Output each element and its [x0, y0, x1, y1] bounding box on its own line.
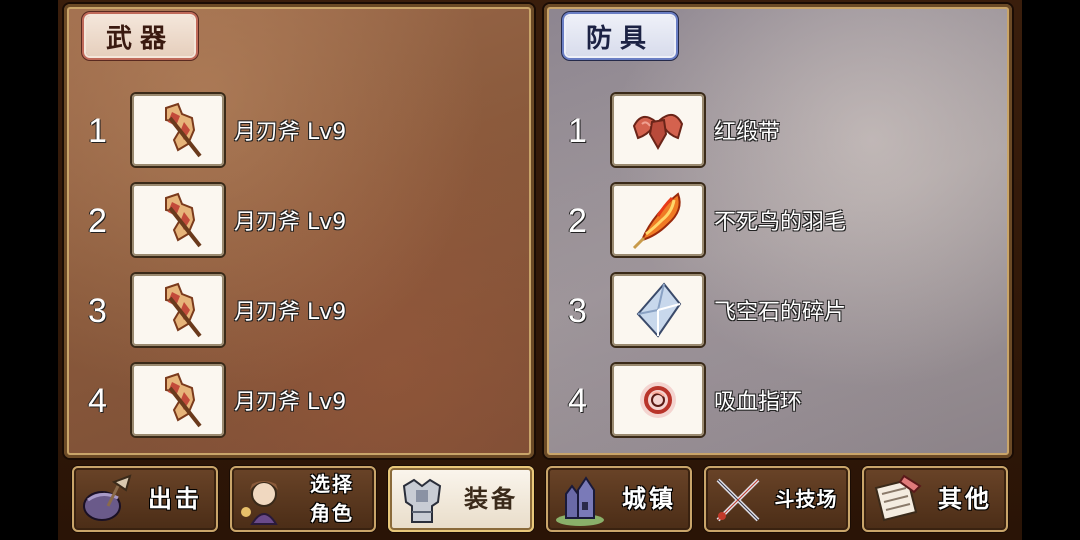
- slot-number: 3: [88, 292, 107, 330]
- armor-slot-4[interactable]: 4 吸血指环: [544, 364, 1012, 440]
- slot-number: 2: [88, 202, 107, 240]
- nav-label: 出击: [148, 484, 202, 513]
- weapon-slot-3[interactable]: 3 月刃斧 Lv9: [64, 274, 534, 350]
- weapon-slot-1[interactable]: 1 月刃斧 Lv9: [64, 94, 534, 170]
- nav-select-character-button[interactable]: 选择 角色: [230, 466, 376, 532]
- slot-number: 2: [568, 202, 587, 240]
- weapon-name: 月刃斧 Lv9: [234, 390, 347, 415]
- weapon-slot-2[interactable]: 2 月刃斧 Lv9: [64, 184, 534, 260]
- armor-name: 红缎带: [714, 120, 781, 145]
- scroll-icon: [874, 474, 922, 522]
- armor-name: 飞空石的碎片: [714, 300, 847, 325]
- slot-number: 4: [568, 382, 587, 420]
- armor-name: 不死鸟的羽毛: [714, 210, 847, 235]
- vampire-ring-icon[interactable]: [612, 364, 704, 436]
- armor-slot-3[interactable]: 3 飞空石的碎片: [544, 274, 1012, 350]
- nav-label: 斗技场: [774, 486, 838, 511]
- nav-label: 选择 角色: [290, 466, 374, 532]
- nav-label: 装备: [464, 484, 518, 513]
- nav-label-line-1: 选择: [310, 472, 354, 496]
- weapons-panel: 武器 1 月刃斧 Lv9 2 月刃斧 Lv9 3 月刃斧 Lv9 4 月刃斧 L…: [64, 4, 534, 458]
- crystal-shard-icon[interactable]: [612, 274, 704, 346]
- nav-equipment-button[interactable]: 装备: [388, 466, 534, 532]
- armor-name: 吸血指环: [714, 390, 803, 415]
- slot-number: 1: [88, 112, 107, 150]
- armor-slot-2[interactable]: 2 不死鸟的羽毛: [544, 184, 1012, 260]
- nav-label-line-2: 角色: [310, 501, 354, 525]
- weapon-name: 月刃斧 Lv9: [234, 300, 347, 325]
- slot-number: 1: [568, 112, 587, 150]
- arena-icon: [716, 478, 760, 522]
- weapon-name: 月刃斧 Lv9: [234, 120, 347, 145]
- phoenix-feather-icon[interactable]: [612, 184, 704, 256]
- red-ribbon-icon[interactable]: [612, 94, 704, 166]
- nav-arena-button[interactable]: 斗技场: [704, 466, 850, 532]
- nav-sortie-button[interactable]: 出击: [72, 466, 218, 532]
- nav-label: 城镇: [622, 484, 676, 513]
- weapon-slot-4[interactable]: 4 月刃斧 Lv9: [64, 364, 534, 440]
- nav-other-button[interactable]: 其他: [862, 466, 1008, 532]
- armor-tab-label: 防具: [566, 16, 674, 56]
- bottom-nav: 出击 选择 角色 装备 城镇 斗技场 其他: [64, 462, 1012, 536]
- weapons-tab-label: 武器: [86, 16, 194, 56]
- nav-town-button[interactable]: 城镇: [546, 466, 692, 532]
- slot-number: 3: [568, 292, 587, 330]
- moon-axe-icon[interactable]: [132, 274, 224, 346]
- character-icon: [241, 481, 278, 525]
- sortie-icon: [83, 474, 132, 521]
- armor-icon: [402, 478, 442, 523]
- slot-number: 4: [88, 382, 107, 420]
- moon-axe-icon[interactable]: [132, 94, 224, 166]
- moon-axe-icon[interactable]: [132, 184, 224, 256]
- nav-label: 其他: [938, 484, 992, 513]
- armor-panel: 防具 1 红缎带 2 不死鸟的羽毛 3 飞空石的碎片 4 吸血指环: [544, 4, 1012, 458]
- moon-axe-icon[interactable]: [132, 364, 224, 436]
- castle-icon: [556, 476, 604, 526]
- weapon-name: 月刃斧 Lv9: [234, 210, 347, 235]
- armor-slot-1[interactable]: 1 红缎带: [544, 94, 1012, 170]
